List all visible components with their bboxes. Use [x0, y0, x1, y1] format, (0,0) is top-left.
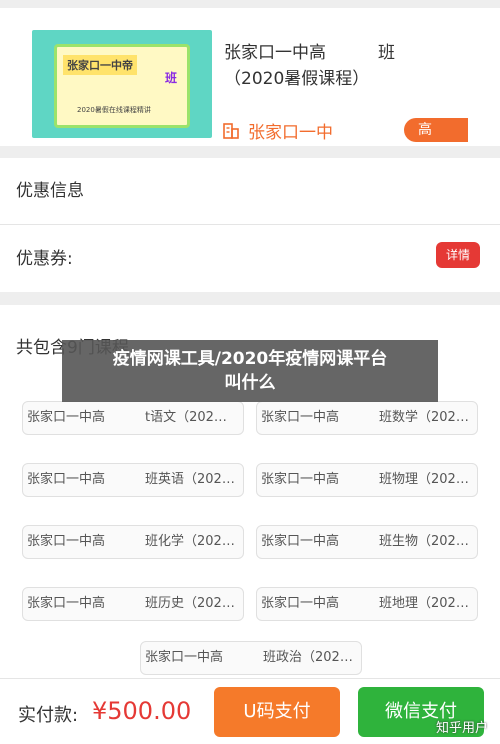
course-chip-prefix: 张家口一中高: [27, 534, 106, 549]
course-chip-prefix: 张家口一中高: [27, 472, 106, 487]
course-chip-prefix: 张家口一中高: [261, 472, 340, 487]
coupon-label: 优惠券:: [16, 249, 73, 269]
course-chip-prefix: 张家口一中高: [261, 410, 340, 425]
course-chip-physics[interactable]: 张家口一中高 班物理（202…: [256, 463, 478, 497]
course-chip-prefix: 张家口一中高: [27, 596, 106, 611]
thumbnail-subtitle: 2020暑假在线课程精讲: [77, 106, 151, 114]
course-chip-chemistry[interactable]: 张家口一中高 班化学（202…: [22, 525, 244, 559]
course-chip-prefix: 张家口一中高: [145, 650, 224, 665]
payment-bar: 实付款: ¥500.00 U码支付 微信支付 知乎用户: [0, 678, 500, 744]
course-chip-history[interactable]: 张家口一中高 班历史（202…: [22, 587, 244, 621]
zhihu-watermark: 知乎用户: [435, 721, 488, 736]
pay-amount: ¥500.00: [92, 697, 192, 725]
course-chip-politics[interactable]: 张家口一中高 班政治（202…: [140, 641, 362, 675]
course-title-line1-end: 班: [378, 43, 395, 63]
thumbnail-frame: 张家口一中帝 班 2020暑假在线课程精讲: [54, 44, 190, 128]
u-code-pay-button[interactable]: U码支付: [214, 687, 340, 737]
course-chip-prefix: 张家口一中高: [261, 534, 340, 549]
pay-label: 实付款:: [18, 705, 79, 726]
divider: [0, 224, 500, 225]
school-row: 张家口一中: [222, 118, 333, 143]
course-chip-prefix: 张家口一中高: [27, 410, 106, 425]
course-chip-chinese[interactable]: 张家口一中高 t语文（202…: [22, 401, 244, 435]
course-chip-suffix: 班历史（202…: [145, 596, 235, 611]
course-title-line1: 张家口一中高: [224, 43, 326, 63]
article-title-overlay: 疫情网课工具/2020年疫情网课平台 叫什么: [62, 340, 438, 402]
level-tag: 高: [404, 118, 468, 142]
overlay-line2: 叫什么: [224, 373, 276, 393]
course-chip-suffix: t语文（202…: [145, 410, 227, 425]
course-chip-suffix: 班地理（202…: [379, 596, 469, 611]
course-chip-prefix: 张家口一中高: [261, 596, 340, 611]
course-chip-suffix: 班生物（202…: [379, 534, 469, 549]
coupon-detail-button[interactable]: 详情: [436, 242, 480, 268]
discount-section-title: 优惠信息: [16, 181, 84, 201]
course-chip-english[interactable]: 张家口一中高 班英语（202…: [22, 463, 244, 497]
overlay-line1: 疫情网课工具/2020年疫情网课平台: [112, 349, 388, 369]
thumbnail-ban: 班: [164, 71, 177, 85]
course-chip-suffix: 班数学（202…: [379, 410, 469, 425]
school-name: 张家口一中: [248, 122, 333, 143]
course-chip-suffix: 班英语（202…: [145, 472, 235, 487]
discount-section: 优惠信息 优惠券: 详情: [0, 158, 500, 292]
course-card[interactable]: 张家口一中帝 班 2020暑假在线课程精讲 张家口一中高班 （2020暑假课程）…: [0, 8, 500, 146]
thumbnail-title: 张家口一中帝: [63, 55, 137, 75]
course-chip-geography[interactable]: 张家口一中高 班地理（202…: [256, 587, 478, 621]
course-chip-biology[interactable]: 张家口一中高 班生物（202…: [256, 525, 478, 559]
course-thumbnail: 张家口一中帝 班 2020暑假在线课程精讲: [32, 30, 212, 138]
course-chip-suffix: 班化学（202…: [145, 534, 235, 549]
course-title-line2: （2020暑假课程）: [224, 69, 370, 89]
course-chip-suffix: 班政治（202…: [263, 650, 353, 665]
course-chip-math[interactable]: 张家口一中高 班数学（202…: [256, 401, 478, 435]
school-building-icon: [222, 121, 240, 139]
course-chip-suffix: 班物理（202…: [379, 472, 469, 487]
course-title: 张家口一中高 班 （2020暑假课程）: [224, 40, 474, 92]
